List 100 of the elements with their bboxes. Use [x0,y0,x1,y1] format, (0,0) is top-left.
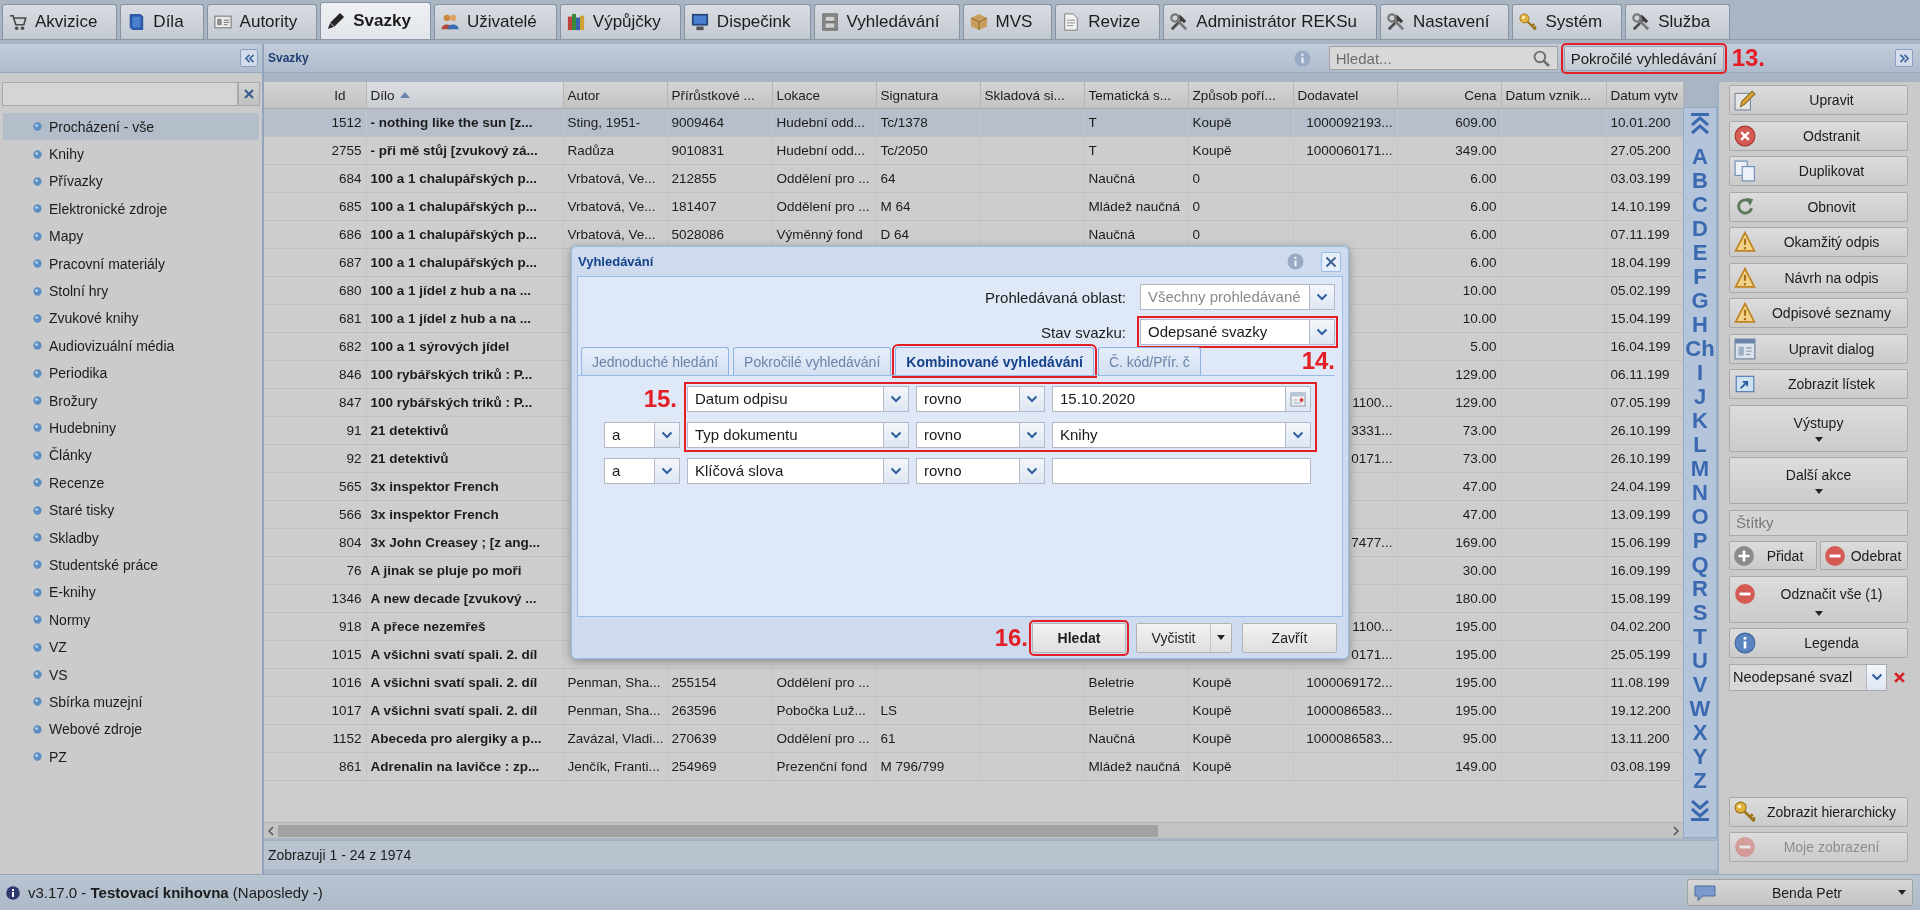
expand-button[interactable] [1895,49,1913,67]
column-header[interactable]: Cena [1397,82,1501,108]
nav-item[interactable]: Zvukové knihy [3,304,259,333]
dropdown-field[interactable]: Odepsané svazky [1140,319,1335,345]
module-tab[interactable]: Vyhledávání [813,4,960,39]
module-tab[interactable]: Revize [1055,4,1161,39]
nav-item[interactable]: Elektronické zdroje [3,195,259,223]
filter-field[interactable] [2,82,238,106]
action-button[interactable]: Návrh na odpis [1729,262,1908,293]
nav-item[interactable]: Audiovizuální média [3,332,259,360]
clear-button[interactable] [238,82,260,106]
input-field[interactable] [1052,458,1311,484]
dropdown-field[interactable]: rovno [916,458,1045,484]
column-header[interactable]: Způsob poří... [1188,82,1293,108]
nav-item[interactable]: Hudebniny [3,414,259,442]
nav-item[interactable]: VS [3,660,259,689]
module-tab[interactable]: Výpůjčky [559,4,681,39]
module-tab[interactable]: Služba [1625,4,1731,39]
column-header[interactable]: Tematická s... [1084,82,1188,108]
nav-item[interactable]: Stolní hry [3,277,259,305]
column-header[interactable]: Skladová si... [980,82,1084,108]
action-button[interactable]: Odpisové seznamy [1729,298,1908,328]
nav-item[interactable]: Webové zdroje [3,715,259,743]
close-dialog-button[interactable]: Zavřít [1242,622,1337,653]
nav-item[interactable]: Pracovní materiály [3,249,259,278]
menu-button[interactable]: Výstupy [1729,404,1908,452]
module-tab[interactable]: Administrátor REKSu [1163,4,1377,39]
nav-item[interactable]: E-knihy [3,578,259,607]
module-tab[interactable]: Autority [206,4,318,39]
dropdown-field[interactable]: rovno [916,386,1045,412]
table-row[interactable]: 1016 A všichni svatí spali. 2. díl Penman, Sha... 255154 Oddělení pro ... Beletrie Koupě 1000069172... 195.00 11.08.199 [264,668,1683,696]
clear-split-button[interactable]: Vyčistit [1136,622,1232,653]
module-tab[interactable]: Díla [120,4,204,39]
column-header[interactable]: Datum vytv [1606,82,1683,108]
nav-item[interactable]: Knihy [3,140,259,168]
search-tab[interactable]: Kombinované vyhledávání [895,347,1094,375]
search-field[interactable]: Hledat... [1328,46,1558,70]
nav-item[interactable]: Články [3,441,259,470]
column-header[interactable]: Signatura [876,82,980,108]
nav-item[interactable]: Staré tisky [3,496,259,524]
horizontal-scrollbar[interactable] [264,822,1683,838]
nav-item[interactable]: Sbírka muzejní [3,688,259,716]
nav-item[interactable]: Procházení - vše [3,113,259,141]
menu-button[interactable]: Odznačit vše (1) [1729,575,1908,623]
action-button[interactable]: Obnovit [1729,191,1908,222]
nav-item[interactable]: PZ [3,743,259,771]
nav-item[interactable]: Mapy [3,222,259,250]
advanced-search-button[interactable]: Pokročilé vyhledávání [1563,45,1724,71]
action-button[interactable]: Okamžitý odpis [1729,227,1908,257]
column-header[interactable]: Autor [563,82,667,108]
nav-item[interactable]: Přívazky [3,167,259,196]
module-tab[interactable]: Akvizice [2,4,118,39]
table-row[interactable]: 2755 - při mě stůj [zvukový zá... Radůza 9010831 Hudební odd... Tc/2050 T Koupě 1000060171... 349.00 27.05.200 [264,136,1683,164]
collapse-button[interactable] [240,49,258,67]
dropdown-field[interactable]: rovno [916,422,1045,448]
module-tab[interactable]: MVS [962,4,1053,39]
search-button[interactable]: Hledat [1032,622,1126,653]
nav-item[interactable]: Recenze [3,469,259,497]
nav-item[interactable]: Studentské práce [3,551,259,579]
column-header[interactable]: Lokace [772,82,876,108]
nav-item[interactable]: Skladby [3,523,259,552]
dropdown-field[interactable]: a [604,422,680,448]
action-button[interactable]: Přidat [1729,541,1817,570]
module-tab[interactable]: Systém [1512,4,1623,39]
nav-item[interactable]: Normy [3,606,259,634]
table-row[interactable]: 684 100 a 1 chalupářských p... Vrbatová, Ve... 212855 Oddělení pro ... 64 Naučná 0 6.00 03.03.199 [264,164,1683,192]
nav-item[interactable]: VZ [3,633,259,661]
action-button[interactable]: Zobrazit hierarchicky [1729,797,1908,827]
action-button[interactable]: Upravit dialog [1729,333,1908,364]
tag-field[interactable]: Štítky [1729,509,1908,536]
column-header[interactable]: Id [264,82,366,108]
action-button[interactable]: Odebrat [1820,541,1908,570]
table-row[interactable]: 1512 - nothing like the sun [z... Sting, 1951- 9009464 Hudební odd... Tc/1378 T Koupě 1000092193... 609.00 10.01.200 [264,108,1683,136]
module-tab[interactable]: Dispečink [683,4,811,39]
menu-button[interactable]: Další akce [1729,457,1908,504]
user-menu-button[interactable]: Benda Petr [1687,879,1913,906]
column-header[interactable]: Dílo [366,82,563,108]
action-button[interactable]: Zobrazit lístek [1729,369,1908,399]
dropdown-field[interactable]: Datum odpisu [687,386,909,412]
dropdown-field[interactable]: Klíčová slova [687,458,909,484]
column-header[interactable]: Přírůstkové ... [667,82,772,108]
module-tab[interactable]: Nastavení [1379,4,1510,39]
table-row[interactable]: 1017 A všichni svatí spali. 2. díl Penman, Sha... 263596 Pobočka Luž... LS Beletrie Koupě 1000086583... 195.00 19.12.200 [264,696,1683,724]
dropdown-field[interactable]: Knihy [1052,422,1311,448]
action-button[interactable]: Legenda [1729,628,1908,658]
table-row[interactable]: 861 Adrenalin na lavičce : zp... Jenčík, Franti... 254969 Prezenční fond M 796/799 Mládež naučná Koupě 149.00 03.08.199 [264,752,1683,780]
nav-item[interactable]: Brožury [3,386,259,415]
action-button[interactable]: Duplikovat [1729,156,1908,186]
dropdown-field[interactable]: a [604,458,680,484]
filter-dropdown[interactable]: Neodepsané svazl [1729,663,1887,691]
column-header[interactable]: Datum vznik... [1501,82,1606,108]
dropdown-field[interactable]: Typ dokumentu [687,422,909,448]
table-row[interactable]: 685 100 a 1 chalupářských p... Vrbatová, Ve... 181407 Oddělení pro ... M 64 Mládež naučná 0 6.00 14.10.199 [264,192,1683,220]
table-row[interactable]: 1152 Abeceda pro alergiky a p... Zavázal, Vladi... 270639 Oddělení pro ... 61 Naučná Koupě 1000086583... 95.00 13.11.200 [264,724,1683,752]
module-tab[interactable]: Uživatelé [433,4,557,39]
column-header[interactable]: Dodavatel [1293,82,1397,108]
close-button[interactable] [1321,251,1341,272]
action-button[interactable]: Upravit [1729,85,1908,115]
nav-item[interactable]: Periodika [3,359,259,387]
date-field[interactable]: 15.10.2020 [1052,386,1311,412]
